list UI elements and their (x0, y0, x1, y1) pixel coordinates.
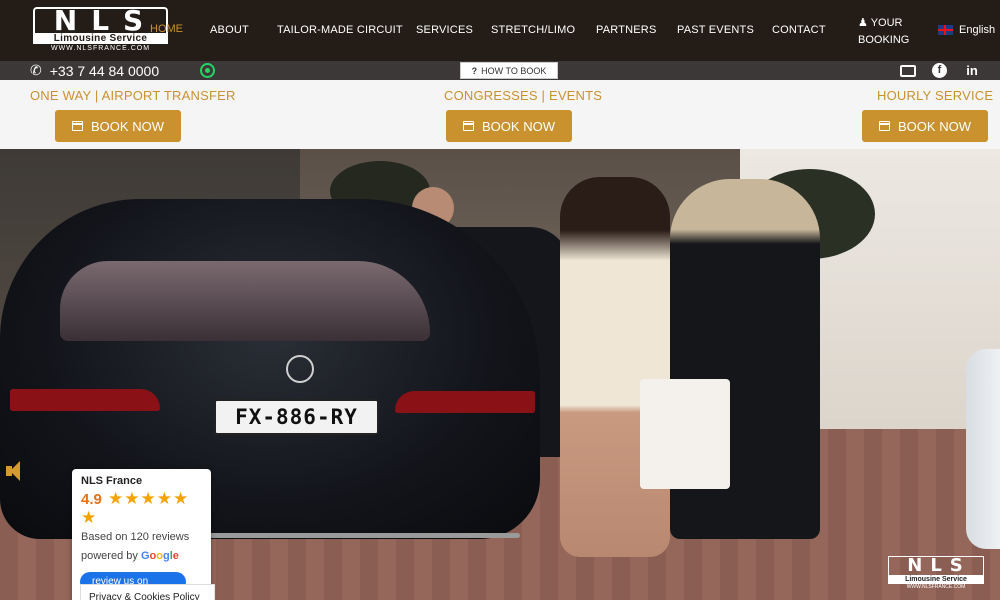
service-booking-strip: ONE WAY | AIRPORT TRANSFER BOOK NOW CONG… (0, 80, 1000, 149)
logo-watermark: NLS Limousine Service WWW.NLSFRANCE.COM (888, 556, 984, 590)
how-to-book-button[interactable]: ? HOW TO BOOK (460, 62, 558, 79)
privacy-cookies-policy-link[interactable]: Privacy & Cookies Policy (80, 584, 215, 600)
google-logo: Google (140, 550, 179, 562)
half-star-icon: ★ (81, 508, 97, 527)
book-now-label: BOOK NOW (482, 118, 555, 134)
watermark-wordmark: NLS (888, 556, 984, 575)
user-icon: ♟ (858, 17, 871, 29)
nav-partners[interactable]: PARTNERS (596, 24, 656, 36)
linkedin-icon[interactable]: in (964, 63, 980, 78)
mercedes-badge-icon (286, 355, 314, 383)
review-count: Based on 120 reviews (81, 531, 190, 543)
nav-stretch-limo[interactable]: STRETCH/LIMO (491, 24, 575, 36)
watermark-subtitle: Limousine Service (888, 575, 984, 584)
service-label-congresses: CONGRESSES | EVENTS (444, 88, 603, 103)
powered-by-google: powered by Google (81, 550, 179, 562)
calendar-icon (72, 121, 84, 131)
how-to-book-label: HOW TO BOOK (481, 66, 547, 76)
phone-link[interactable]: ✆ +33 7 44 84 0000 (30, 62, 159, 79)
nav-your-booking[interactable]: ♟ YOUR BOOKING (858, 15, 918, 49)
watermark-url: WWW.NLSFRANCE.COM (906, 584, 966, 590)
facebook-icon[interactable]: f (932, 63, 947, 78)
language-label: English (959, 24, 996, 36)
booking-label-line2: BOOKING (858, 34, 910, 46)
white-car-edge (966, 349, 1000, 549)
passenger-woman (560, 177, 670, 557)
book-now-one-way-button[interactable]: BOOK NOW (55, 110, 181, 142)
phone-icon: ✆ (30, 62, 42, 78)
contact-bar: ✆ +33 7 44 84 0000 ? HOW TO BOOK f in (0, 61, 1000, 80)
nav-past-events[interactable]: PAST EVENTS (677, 24, 754, 36)
nav-home[interactable]: HOME (150, 23, 183, 35)
question-icon: ? (471, 66, 478, 76)
nav-services[interactable]: SERVICES (416, 24, 473, 36)
language-selector[interactable]: English (938, 24, 995, 36)
review-business-name: NLS France (81, 475, 143, 487)
book-now-congresses-button[interactable]: BOOK NOW (446, 110, 572, 142)
shopping-bag (640, 379, 730, 489)
service-label-one-way: ONE WAY | AIRPORT TRANSFER (30, 88, 236, 103)
car-rear-window (60, 261, 430, 341)
tail-light-left (10, 389, 160, 411)
mail-icon[interactable] (900, 65, 916, 77)
sound-toggle-icon[interactable] (6, 461, 22, 481)
logo-url: WWW.NLSFRANCE.COM (50, 45, 151, 52)
nav-tailor-made-circuit[interactable]: TAILOR-MADE CIRCUIT (277, 24, 403, 36)
license-plate: FX-886-RY (214, 399, 379, 435)
book-now-label: BOOK NOW (898, 118, 971, 134)
phone-number: +33 7 44 84 0000 (49, 62, 160, 79)
nav-about[interactable]: ABOUT (210, 24, 249, 36)
google-review-widget[interactable]: NLS France 4.9 ★★★★★ ★ Based on 120 revi… (72, 469, 211, 600)
uk-flag-icon (938, 25, 953, 35)
book-now-label: BOOK NOW (91, 118, 164, 134)
whatsapp-icon[interactable] (200, 63, 215, 78)
star-rating-icon: ★★★★★ (108, 489, 190, 508)
review-rating: 4.9 (81, 491, 102, 508)
nav-contact[interactable]: CONTACT (772, 24, 826, 36)
book-now-hourly-button[interactable]: BOOK NOW (862, 110, 988, 142)
nls-logo[interactable]: NLS Limousine Service WWW.NLSFRANCE.COM (33, 7, 168, 53)
calendar-icon (463, 121, 475, 131)
calendar-icon (879, 121, 891, 131)
booking-label-line1: YOUR (870, 17, 903, 29)
logo-wordmark: NLS (33, 7, 168, 35)
top-navigation: NLS Limousine Service WWW.NLSFRANCE.COM … (0, 0, 1000, 61)
powered-by-label: powered by (81, 550, 138, 562)
logo-subtitle: Limousine Service (33, 33, 168, 44)
tail-light-right (395, 391, 535, 413)
service-label-hourly: HOURLY SERVICE (877, 88, 994, 103)
